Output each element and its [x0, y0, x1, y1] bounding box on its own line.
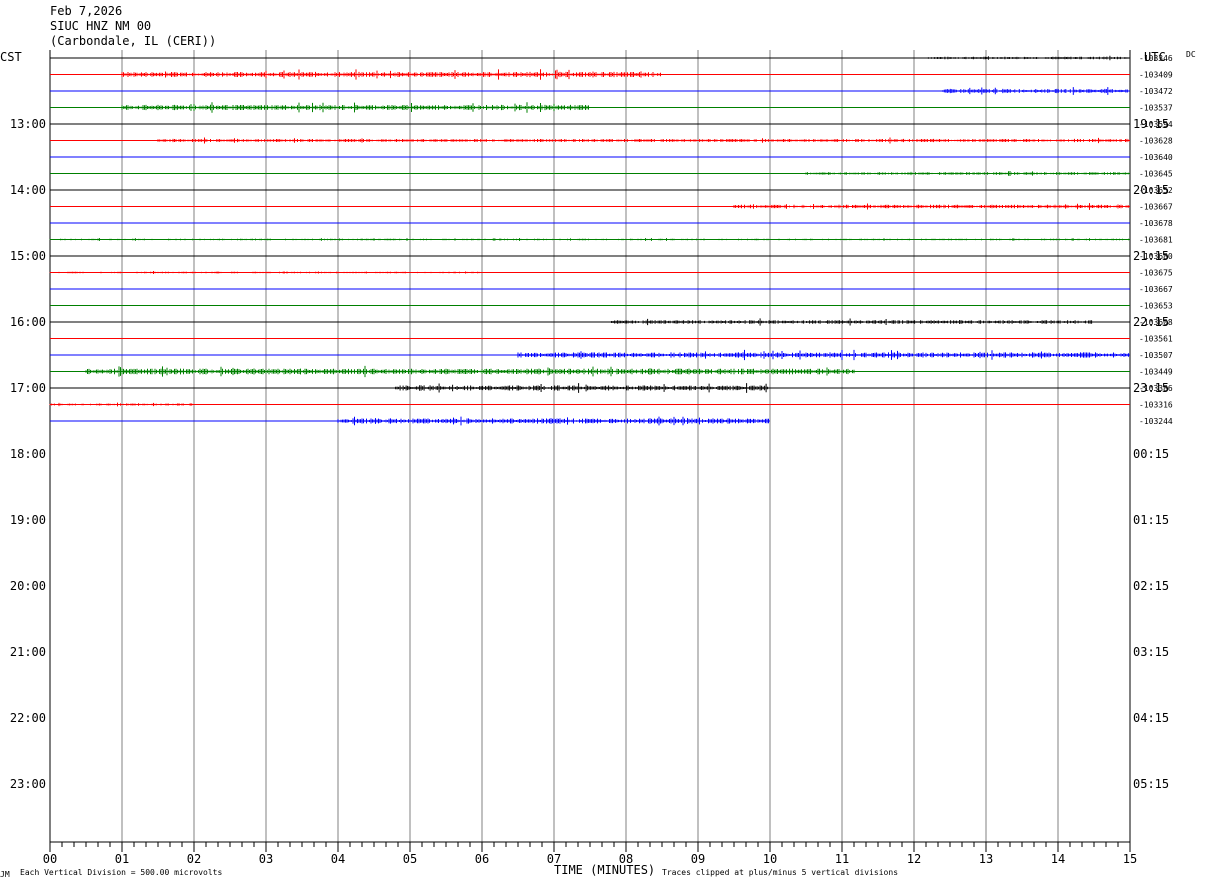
trace-dc-value: -103386 — [1139, 384, 1173, 393]
scale-text: Each Vertical Division = 500.00 microvol… — [20, 868, 222, 877]
left-hour-label: 20:00 — [10, 579, 46, 593]
right-zone-label: UTC — [1144, 50, 1166, 64]
right-hour-label: 05:15 — [1133, 777, 1169, 791]
x-axis-label: TIME (MINUTES) — [554, 863, 655, 877]
left-hour-label: 18:00 — [10, 447, 46, 461]
seismic-traces — [49, 55, 1130, 426]
left-hour-label: 16:00 — [10, 315, 46, 329]
right-hour-label: 04:15 — [1133, 711, 1169, 725]
x-tick-label: 00 — [43, 852, 57, 866]
trace-dc-value: -103667 — [1139, 285, 1173, 294]
right-hour-label: 00:15 — [1133, 447, 1169, 461]
x-tick-label: 04 — [331, 852, 345, 866]
right-hour-label: 02:15 — [1133, 579, 1169, 593]
left-hour-label: 13:00 — [10, 117, 46, 131]
left-hour-label: 14:00 — [10, 183, 46, 197]
trace-noise — [85, 365, 855, 378]
trace-dc-value: -103645 — [1139, 170, 1173, 179]
trace-dc-value: -103681 — [1139, 236, 1173, 245]
left-hour-label: 15:00 — [10, 249, 46, 263]
x-tick-label: 02 — [187, 852, 201, 866]
clip-text: Traces clipped at plus/minus 5 vertical … — [662, 868, 898, 877]
trace-dc-value: -103449 — [1139, 368, 1173, 377]
trace-noise — [395, 383, 769, 393]
left-hour-label: 21:00 — [10, 645, 46, 659]
minute-gridlines — [49, 50, 1131, 852]
x-tick-label: 09 — [691, 852, 705, 866]
x-tick-label: 14 — [1051, 852, 1065, 866]
x-tick-label: 11 — [835, 852, 849, 866]
x-tick-label: 13 — [979, 852, 993, 866]
x-tick-label: 10 — [763, 852, 777, 866]
x-tick-label: 15 — [1123, 852, 1137, 866]
left-hour-label: 19:00 — [10, 513, 46, 527]
trace-dc-value: -103640 — [1139, 153, 1173, 162]
trace-dc-value: -103667 — [1139, 203, 1173, 212]
left-zone-label: CST — [0, 50, 22, 64]
right-hour-label: 03:15 — [1133, 645, 1169, 659]
trace-dc-value: -103561 — [1139, 335, 1173, 344]
trace-dc-value: -103537 — [1139, 104, 1173, 113]
trace-dc-value: -103472 — [1139, 87, 1173, 96]
trace-dc-value: -103678 — [1139, 219, 1173, 228]
trace-noise — [611, 318, 1093, 326]
trace-dc-value: -103652 — [1139, 186, 1173, 195]
right-hour-label: 01:15 — [1133, 513, 1169, 527]
x-tick-label: 06 — [475, 852, 489, 866]
trace-dc-value: -103409 — [1139, 71, 1173, 80]
helicorder-plot: 00 01 02 03 04 05 06 07 08 09 10 11 12 13 14 1513:0014:… — [0, 50, 1196, 879]
left-hour-label: 22:00 — [10, 711, 46, 725]
trace-dc-value: -103675 — [1139, 269, 1173, 278]
x-tick-label: 12 — [907, 852, 921, 866]
x-tick-label: 01 — [115, 852, 129, 866]
corner-mark: JM — [0, 870, 10, 879]
left-hour-label: 23:00 — [10, 777, 46, 791]
trace-dc-value: -103244 — [1139, 417, 1173, 426]
axis-labels: 00 01 02 03 04 05 06 07 08 09 10 11 12 13 14 1513:0014:… — [10, 54, 1173, 866]
trace-dc-value: -103594 — [1139, 120, 1173, 129]
trace-dc-value: -103680 — [1139, 252, 1173, 261]
dc-label: DC — [1186, 50, 1196, 59]
trace-dc-value: -103628 — [1139, 137, 1173, 146]
x-tick-label: 03 — [259, 852, 273, 866]
trace-dc-value: -103653 — [1139, 302, 1173, 311]
left-hour-label: 17:00 — [10, 381, 46, 395]
trace-dc-value: -103507 — [1139, 351, 1173, 360]
trace-dc-value: -103316 — [1139, 401, 1173, 410]
x-tick-label: 05 — [403, 852, 417, 866]
trace-dc-value: -103608 — [1139, 318, 1173, 327]
